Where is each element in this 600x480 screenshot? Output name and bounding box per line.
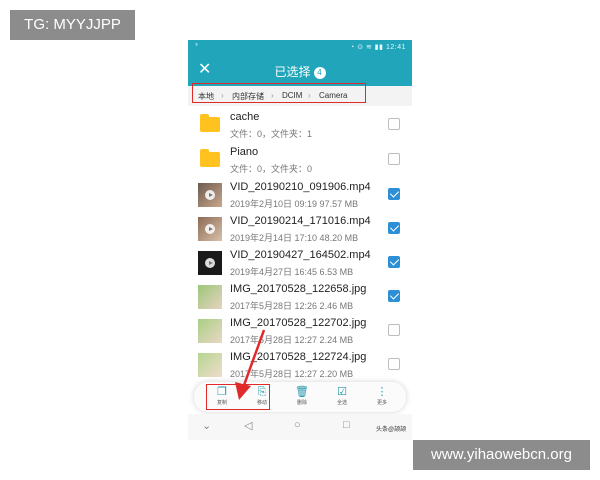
watermark-bottom-right: www.yihaowebcn.org	[413, 440, 590, 470]
arrow-head	[235, 382, 251, 400]
annotation-arrow	[235, 329, 266, 400]
watermark-top-left: TG: MYYJJPP	[10, 10, 135, 40]
phone-screen: ♆ ◔ ⊙ ≋ ▮▮ 12:41 ✕ 已选择 4 本地 › 内部存储 › DCIM…	[188, 40, 412, 440]
arrow-shaft	[241, 329, 266, 389]
